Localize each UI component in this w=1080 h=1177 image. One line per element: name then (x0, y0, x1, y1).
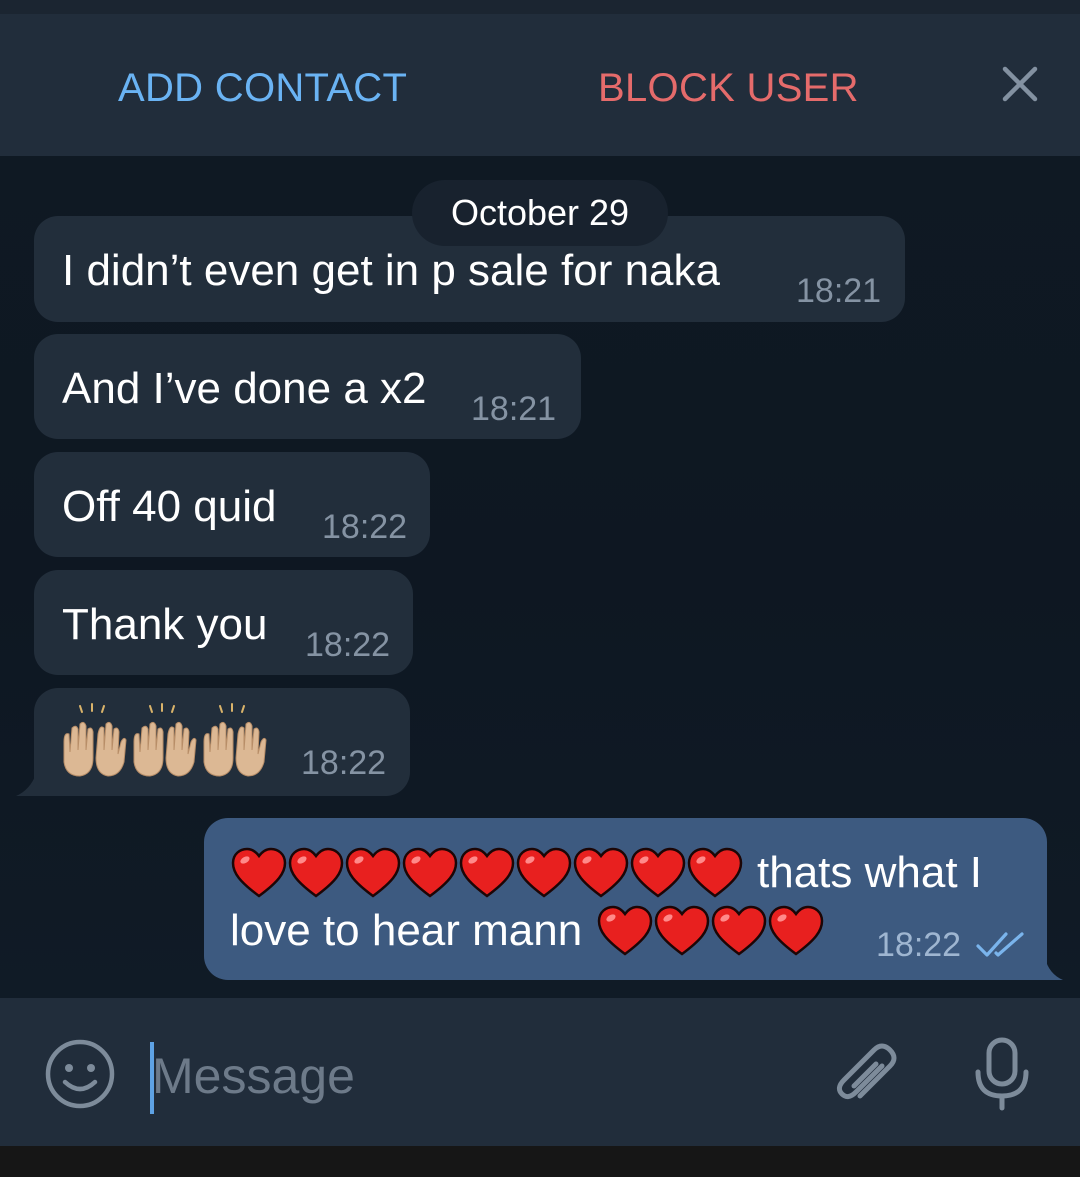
message-text: Thank you (62, 600, 268, 649)
message-text: love to hear mann (230, 906, 583, 955)
message-bubble-outgoing[interactable]: thats what I love to hear mann 18:22 (204, 818, 1063, 980)
smile-icon[interactable] (44, 1038, 116, 1110)
message-time: 18:22 (305, 626, 391, 664)
message-time: 18:21 (471, 390, 557, 428)
message-text: And I’ve done a x2 (62, 364, 427, 413)
message-line-1: thats what I (230, 846, 982, 900)
message-bubble-incoming-emoji[interactable]: 18:22 (16, 688, 410, 796)
message-input[interactable] (152, 1038, 792, 1114)
bubble-tail (16, 774, 36, 796)
message-time: 18:22 (322, 508, 408, 546)
message-bubble-incoming[interactable]: Thank you 18:22 (34, 570, 413, 675)
attach-icon[interactable] (830, 1036, 900, 1110)
message-time: 18:22 (301, 744, 387, 782)
date-separator: October 29 (412, 180, 668, 246)
close-icon[interactable] (996, 60, 1044, 108)
message-line-2: love to hear mann (230, 904, 824, 958)
message-composer (0, 998, 1080, 1146)
status-strip (0, 0, 1080, 14)
red-heart-emoji-icon (230, 846, 743, 900)
add-contact-button[interactable]: ADD CONTACT (118, 66, 407, 111)
chat-screen: ADD CONTACT BLOCK USER October 29 I didn… (0, 0, 1080, 1177)
contact-action-bar: ADD CONTACT BLOCK USER (0, 0, 1080, 156)
message-text: Off 40 quid (62, 482, 277, 531)
message-list[interactable]: October 29 I didn’t even get in p sale f… (0, 156, 1080, 998)
message-time: 18:22 (876, 926, 962, 964)
message-time: 18:21 (796, 272, 882, 310)
message-text: I didn’t even get in p sale for naka (62, 246, 720, 295)
block-user-button[interactable]: BLOCK USER (598, 66, 859, 111)
raising-hands-emoji-icon (58, 702, 278, 782)
bubble-tail (1045, 958, 1063, 980)
message-bubble-incoming[interactable]: Off 40 quid 18:22 (34, 452, 430, 557)
navigation-strip (0, 1146, 1080, 1177)
message-text: thats what I (757, 848, 983, 897)
double-check-icon (976, 932, 1024, 957)
message-bubble-incoming[interactable]: And I’ve done a x2 18:21 (34, 334, 581, 439)
microphone-icon[interactable] (970, 1036, 1034, 1112)
red-heart-emoji-icon (596, 904, 824, 958)
